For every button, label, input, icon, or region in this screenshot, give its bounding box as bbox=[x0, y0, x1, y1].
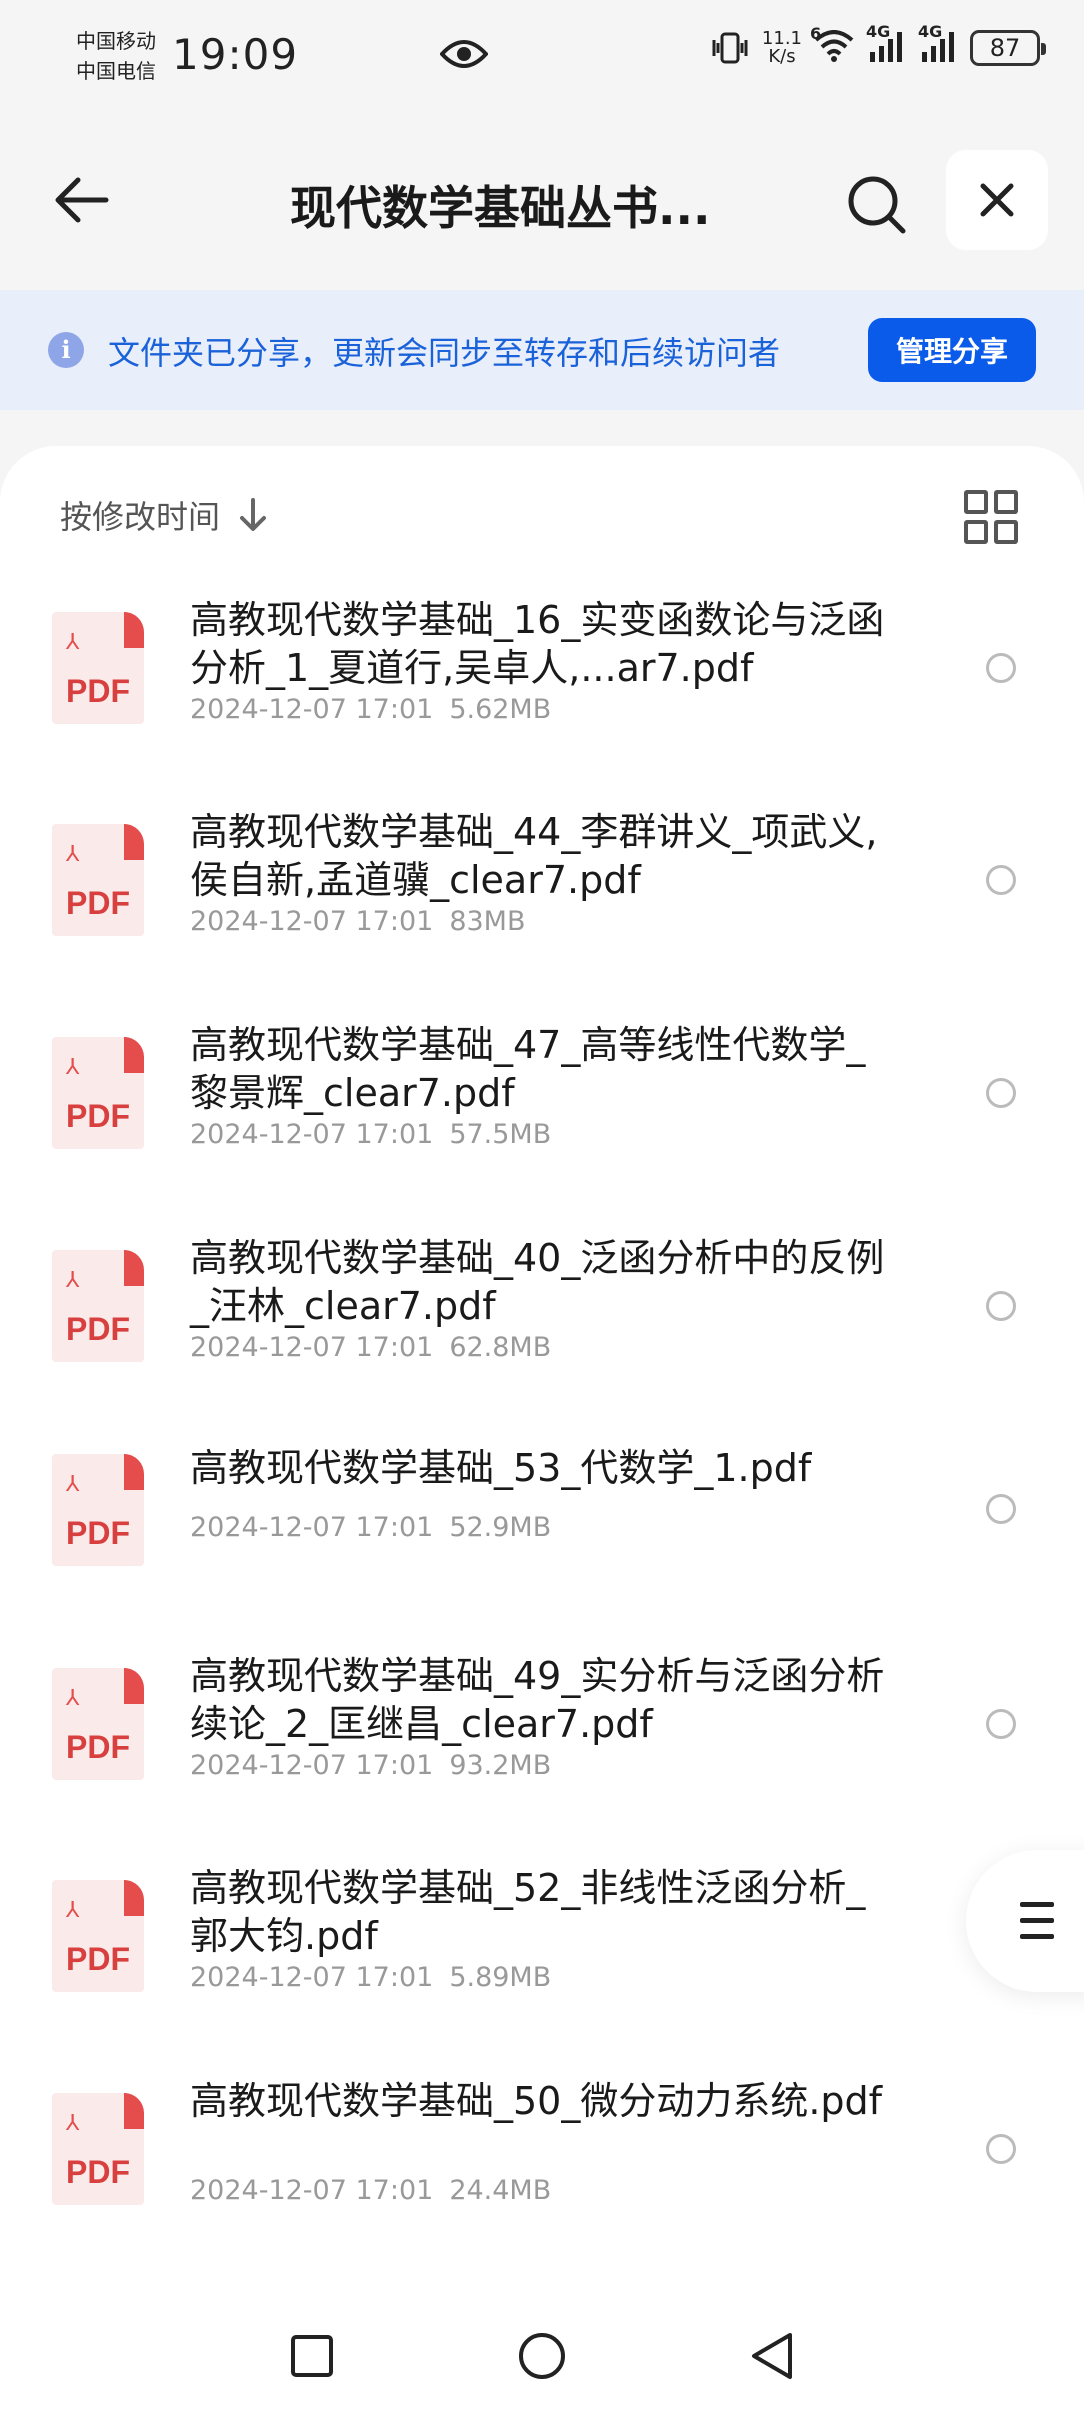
close-icon[interactable] bbox=[946, 150, 1048, 250]
file-size: 5.62MB bbox=[449, 694, 552, 725]
carrier-1: 中国移动 bbox=[76, 29, 156, 53]
net-speed: 11.1 K/s bbox=[761, 28, 802, 67]
file-date: 2024-12-07 17:01 bbox=[190, 2175, 434, 2206]
file-meta: 2024-12-07 17:01 83MB bbox=[190, 906, 526, 937]
file-name: 高教现代数学基础_50_微分动力系统.pdf bbox=[190, 2079, 883, 2123]
file-meta: 2024-12-07 17:01 5.62MB bbox=[190, 694, 551, 725]
arrow-down-icon bbox=[240, 498, 267, 531]
menu-icon bbox=[1020, 1902, 1054, 1940]
manage-share-button[interactable]: 管理分享 bbox=[868, 318, 1036, 382]
select-radio[interactable] bbox=[986, 653, 1016, 683]
back-arrow-icon[interactable] bbox=[44, 168, 116, 232]
wifi-icon: 6 bbox=[810, 24, 854, 66]
share-notice-text: 文件夹已分享，更新会同步至转存和后续访问者 bbox=[108, 334, 781, 372]
file-date: 2024-12-07 17:01 bbox=[190, 1119, 434, 1150]
pdf-file-icon: ⅄ PDF bbox=[52, 1250, 144, 1362]
file-size: 24.4MB bbox=[449, 2175, 552, 2206]
file-date: 2024-12-07 17:01 bbox=[190, 1512, 434, 1543]
file-meta: 2024-12-07 17:01 62.8MB bbox=[190, 1332, 551, 1363]
file-meta: 2024-12-07 17:01 52.9MB bbox=[190, 1512, 551, 1543]
select-radio[interactable] bbox=[986, 1494, 1016, 1524]
file-date: 2024-12-07 17:01 bbox=[190, 906, 434, 937]
file-meta: 2024-12-07 17:01 57.5MB bbox=[190, 1119, 551, 1150]
carrier-2: 中国电信 bbox=[76, 59, 156, 83]
file-item[interactable]: ⅄ PDF 高教现代数学基础_44_李群讲义_项武义,侯自新,孟道骥_clear7… bbox=[0, 778, 1084, 978]
grid-view-icon[interactable] bbox=[960, 486, 1022, 548]
pdf-file-icon: ⅄ PDF bbox=[52, 612, 144, 724]
home-circle-icon[interactable] bbox=[512, 2326, 572, 2386]
status-time: 19:09 bbox=[172, 30, 299, 79]
status-bar: 中国移动 中国电信 19:09 11.1 K/s 6 4G 4G 87 bbox=[0, 0, 1084, 115]
status-icons: 11.1 K/s 6 4G 4G 87 bbox=[710, 22, 1046, 67]
file-size: 52.9MB bbox=[449, 1512, 552, 1543]
file-size: 83MB bbox=[449, 906, 526, 937]
select-radio[interactable] bbox=[986, 1078, 1016, 1108]
file-item[interactable]: ⅄ PDF 高教现代数学基础_16_实变函数论与泛函分析_1_夏道行,吴卓人,..… bbox=[0, 566, 1084, 766]
file-size: 93.2MB bbox=[449, 1750, 552, 1781]
file-name: 高教现代数学基础_49_实分析与泛函分析续论_2_匡继昌_clear7.pdf bbox=[190, 1654, 885, 1746]
file-meta: 2024-12-07 17:01 24.4MB bbox=[190, 2175, 551, 2206]
page-title: 现代数学基础丛书... bbox=[290, 181, 711, 235]
file-date: 2024-12-07 17:01 bbox=[190, 1332, 434, 1363]
back-triangle-icon[interactable] bbox=[742, 2326, 802, 2386]
signal-4g-icon: 4G bbox=[866, 22, 906, 66]
signal-4g-icon: 4G bbox=[918, 22, 958, 66]
file-size: 62.8MB bbox=[449, 1332, 552, 1363]
system-nav-bar bbox=[0, 2296, 1084, 2412]
file-item[interactable]: ⅄ PDF 高教现代数学基础_47_高等线性代数学_黎景辉_clear7.pdf … bbox=[0, 991, 1084, 1191]
file-date: 2024-12-07 17:01 bbox=[190, 694, 434, 725]
sort-label: 按修改时间 bbox=[60, 498, 221, 536]
share-banner: i 文件夹已分享，更新会同步至转存和后续访问者 管理分享 bbox=[0, 290, 1084, 410]
file-date: 2024-12-07 17:01 bbox=[190, 1962, 434, 1993]
carrier-names: 中国移动 中国电信 bbox=[76, 26, 156, 86]
pdf-file-icon: ⅄ PDF bbox=[52, 1037, 144, 1149]
file-name: 高教现代数学基础_52_非线性泛函分析_郭大钧.pdf bbox=[190, 1866, 866, 1958]
select-radio[interactable] bbox=[986, 1291, 1016, 1321]
sort-control[interactable]: 按修改时间 bbox=[60, 492, 268, 538]
file-item[interactable]: ⅄ PDF 高教现代数学基础_49_实分析与泛函分析续论_2_匡继昌_clear7… bbox=[0, 1622, 1084, 1822]
pdf-file-icon: ⅄ PDF bbox=[52, 1668, 144, 1780]
recents-square-icon[interactable] bbox=[282, 2326, 342, 2386]
file-name: 高教现代数学基础_16_实变函数论与泛函分析_1_夏道行,吴卓人,...ar7.… bbox=[190, 598, 885, 690]
pdf-file-icon: ⅄ PDF bbox=[52, 1880, 144, 1992]
file-item[interactable]: ⅄ PDF 高教现代数学基础_52_非线性泛函分析_郭大钧.pdf 2024-12… bbox=[0, 1834, 1084, 2034]
file-date: 2024-12-07 17:01 bbox=[190, 1750, 434, 1781]
file-item[interactable]: ⅄ PDF 高教现代数学基础_50_微分动力系统.pdf 2024-12-07 1… bbox=[0, 2047, 1084, 2247]
file-name: 高教现代数学基础_40_泛函分析中的反例_汪林_clear7.pdf bbox=[190, 1236, 885, 1328]
vibrate-icon bbox=[712, 32, 748, 64]
file-size: 57.5MB bbox=[449, 1119, 552, 1150]
file-size: 5.89MB bbox=[449, 1962, 552, 1993]
file-meta: 2024-12-07 17:01 5.89MB bbox=[190, 1962, 551, 1993]
file-item[interactable]: ⅄ PDF 高教现代数学基础_40_泛函分析中的反例_汪林_clear7.pdf … bbox=[0, 1204, 1084, 1404]
file-name: 高教现代数学基础_53_代数学_1.pdf bbox=[190, 1446, 812, 1490]
select-radio[interactable] bbox=[986, 865, 1016, 895]
file-item[interactable]: ⅄ PDF 高教现代数学基础_53_代数学_1.pdf 2024-12-07 17… bbox=[0, 1416, 1084, 1616]
top-bar: 现代数学基础丛书... bbox=[0, 140, 1084, 260]
search-icon[interactable] bbox=[838, 166, 914, 242]
file-name: 高教现代数学基础_47_高等线性代数学_黎景辉_clear7.pdf bbox=[190, 1023, 866, 1115]
select-radio[interactable] bbox=[986, 2134, 1016, 2164]
file-list-card: 按修改时间 ⅄ PDF 高教现代数学基础_16_实变函数论与泛函分析_1_夏道行,… bbox=[0, 446, 1084, 2412]
battery-indicator: 87 bbox=[970, 30, 1046, 66]
file-meta: 2024-12-07 17:01 93.2MB bbox=[190, 1750, 551, 1781]
select-radio[interactable] bbox=[986, 1709, 1016, 1739]
file-name: 高教现代数学基础_44_李群讲义_项武义,侯自新,孟道骥_clear7.pdf bbox=[190, 810, 878, 902]
pdf-file-icon: ⅄ PDF bbox=[52, 1454, 144, 1566]
pdf-file-icon: ⅄ PDF bbox=[52, 824, 144, 936]
pdf-file-icon: ⅄ PDF bbox=[52, 2093, 144, 2205]
info-icon: i bbox=[48, 332, 84, 368]
eye-icon bbox=[439, 36, 489, 76]
